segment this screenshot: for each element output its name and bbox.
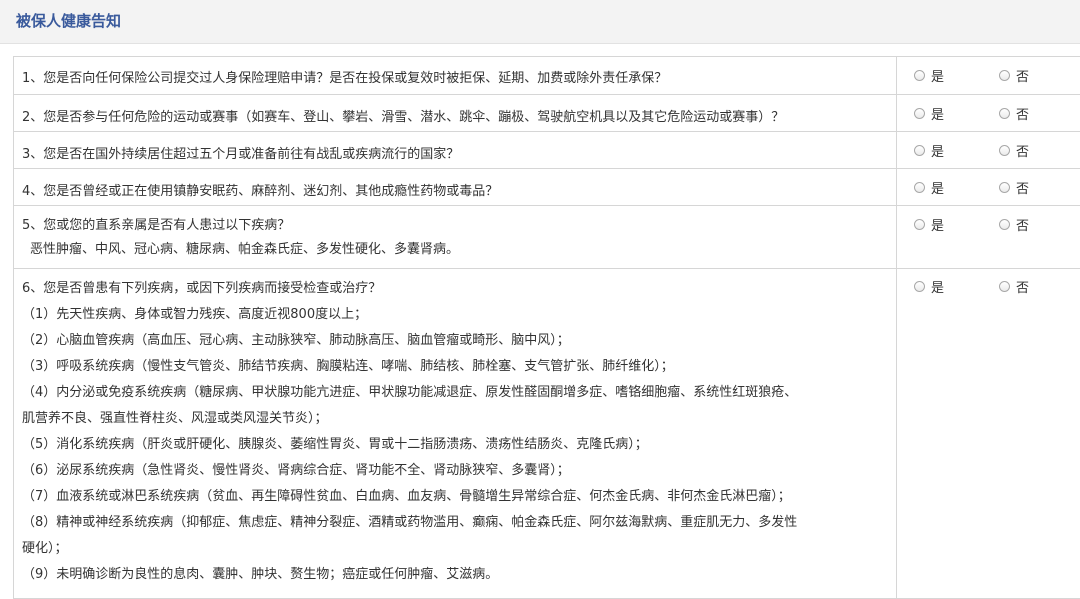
question-cell: 5、您或您的直系亲属是否有人患过以下疾病？ 恶性肿瘤、中风、冠心病、糖尿病、帕金… <box>14 206 897 269</box>
option-no[interactable]: 否 <box>999 215 1029 234</box>
question-text: 1、您是否向任何保险公司提交过人身保险理赔申请？是否在投保或复效时被拒保、延期、… <box>22 66 888 92</box>
question-row-3: 3、您是否在国外持续居住超过五个月或准备前往有战乱或疾病流行的国家？ 是否 <box>14 132 1080 169</box>
question-cell: 6、您是否曾患有下列疾病，或因下列疾病而接受检查或治疗？ （1）先天性疾病、身体… <box>14 269 897 599</box>
question-row-4: 4、您是否曾经或正在使用镇静安眠药、麻醉剂、迷幻剂、其他成瘾性药物或毒品？ 是否 <box>14 169 1080 206</box>
radio-yes[interactable] <box>914 219 925 230</box>
disease-item: （8）精神或神经系统疾病（抑郁症、焦虑症、精神分裂症、酒精或药物滥用、癫痫、帕金… <box>22 510 888 536</box>
question-row-1: 1、您是否向任何保险公司提交过人身保险理赔申请？是否在投保或复效时被拒保、延期、… <box>14 57 1080 95</box>
option-yes-label: 是 <box>931 141 944 160</box>
option-yes[interactable]: 是 <box>914 178 944 197</box>
option-no[interactable]: 否 <box>999 104 1029 123</box>
question-text: 4、您是否曾经或正在使用镇静安眠药、麻醉剂、迷幻剂、其他成瘾性药物或毒品？ <box>22 179 888 205</box>
radio-no[interactable] <box>999 219 1010 230</box>
question-text: 3、您是否在国外持续居住超过五个月或准备前往有战乱或疾病流行的国家？ <box>22 142 888 168</box>
answer-cell: 是否 <box>897 206 1080 269</box>
answer-cell: 是否 <box>897 57 1080 95</box>
question-row-5: 5、您或您的直系亲属是否有人患过以下疾病？ 恶性肿瘤、中风、冠心病、糖尿病、帕金… <box>14 206 1080 269</box>
option-yes[interactable]: 是 <box>914 141 944 160</box>
disease-item-cont: 硬化）； <box>22 536 888 562</box>
disease-item: （6）泌尿系统疾病（急性肾炎、慢性肾炎、肾病综合症、肾功能不全、肾动脉狭窄、多囊… <box>22 458 888 484</box>
disease-item: （4）内分泌或免疫系统疾病（糖尿病、甲状腺功能亢进症、甲状腺功能减退症、原发性醛… <box>22 380 888 406</box>
radio-no[interactable] <box>999 182 1010 193</box>
question-text: 2、您是否参与任何危险的运动或赛事（如赛车、登山、攀岩、滑雪、潜水、跳伞、蹦极、… <box>22 105 888 131</box>
health-questionnaire-table: 1、您是否向任何保险公司提交过人身保险理赔申请？是否在投保或复效时被拒保、延期、… <box>13 56 1080 599</box>
option-yes[interactable]: 是 <box>914 277 944 296</box>
radio-yes[interactable] <box>914 145 925 156</box>
option-no[interactable]: 否 <box>999 141 1029 160</box>
disease-item: （1）先天性疾病、身体或智力残疾、高度近视800度以上； <box>22 302 888 328</box>
section-title: 被保人健康告知 <box>16 0 1080 42</box>
option-no[interactable]: 否 <box>999 277 1029 296</box>
answer-cell: 是否 <box>897 132 1080 169</box>
radio-no[interactable] <box>999 108 1010 119</box>
option-no[interactable]: 否 <box>999 178 1029 197</box>
disease-item-cont: 肌营养不良、强直性脊柱炎、风湿或类风湿关节炎）； <box>22 406 888 432</box>
question-cell: 4、您是否曾经或正在使用镇静安眠药、麻醉剂、迷幻剂、其他成瘾性药物或毒品？ <box>14 169 897 206</box>
question-text: 6、您是否曾患有下列疾病，或因下列疾病而接受检查或治疗？ <box>22 276 888 302</box>
question-row-6: 6、您是否曾患有下列疾病，或因下列疾病而接受检查或治疗？ （1）先天性疾病、身体… <box>14 269 1080 599</box>
question-detail: 恶性肿瘤、中风、冠心病、糖尿病、帕金森氏症、多发性硬化、多囊肾病。 <box>22 238 888 262</box>
disease-item: （3）呼吸系统疾病（慢性支气管炎、肺结节疾病、胸膜粘连、哮喘、肺结核、肺栓塞、支… <box>22 354 888 380</box>
answer-cell: 是否 <box>897 169 1080 206</box>
question-text: 5、您或您的直系亲属是否有人患过以下疾病？ <box>22 214 888 238</box>
radio-no[interactable] <box>999 70 1010 81</box>
radio-no[interactable] <box>999 145 1010 156</box>
option-no-label: 否 <box>1016 215 1029 234</box>
option-yes-label: 是 <box>931 104 944 123</box>
radio-yes[interactable] <box>914 182 925 193</box>
option-yes[interactable]: 是 <box>914 215 944 234</box>
option-no-label: 否 <box>1016 277 1029 296</box>
option-no-label: 否 <box>1016 178 1029 197</box>
radio-yes[interactable] <box>914 281 925 292</box>
question-cell: 2、您是否参与任何危险的运动或赛事（如赛车、登山、攀岩、滑雪、潜水、跳伞、蹦极、… <box>14 95 897 132</box>
option-yes-label: 是 <box>931 277 944 296</box>
option-yes[interactable]: 是 <box>914 66 944 85</box>
question-row-2: 2、您是否参与任何危险的运动或赛事（如赛车、登山、攀岩、滑雪、潜水、跳伞、蹦极、… <box>14 95 1080 132</box>
radio-no[interactable] <box>999 281 1010 292</box>
question-cell: 1、您是否向任何保险公司提交过人身保险理赔申请？是否在投保或复效时被拒保、延期、… <box>14 57 897 95</box>
disease-item: （7）血液系统或淋巴系统疾病（贫血、再生障碍性贫血、白血病、血友病、骨髓增生异常… <box>22 484 888 510</box>
option-no[interactable]: 否 <box>999 66 1029 85</box>
section-header: 被保人健康告知 <box>0 0 1080 44</box>
option-no-label: 否 <box>1016 66 1029 85</box>
answer-cell: 是否 <box>897 95 1080 132</box>
disease-item: （5）消化系统疾病（肝炎或肝硬化、胰腺炎、萎缩性胃炎、胃或十二指肠溃疡、溃疡性结… <box>22 432 888 458</box>
disease-item: （9）未明确诊断为良性的息肉、囊肿、肿块、赘生物；癌症或任何肿瘤、艾滋病。 <box>22 562 888 588</box>
option-no-label: 否 <box>1016 104 1029 123</box>
option-no-label: 否 <box>1016 141 1029 160</box>
answer-cell: 是否 <box>897 269 1080 599</box>
radio-yes[interactable] <box>914 108 925 119</box>
option-yes-label: 是 <box>931 178 944 197</box>
option-yes[interactable]: 是 <box>914 104 944 123</box>
question-cell: 3、您是否在国外持续居住超过五个月或准备前往有战乱或疾病流行的国家？ <box>14 132 897 169</box>
option-yes-label: 是 <box>931 66 944 85</box>
radio-yes[interactable] <box>914 70 925 81</box>
disease-item: （2）心脑血管疾病（高血压、冠心病、主动脉狭窄、肺动脉高压、脑血管瘤或畸形、脑中… <box>22 328 888 354</box>
option-yes-label: 是 <box>931 215 944 234</box>
